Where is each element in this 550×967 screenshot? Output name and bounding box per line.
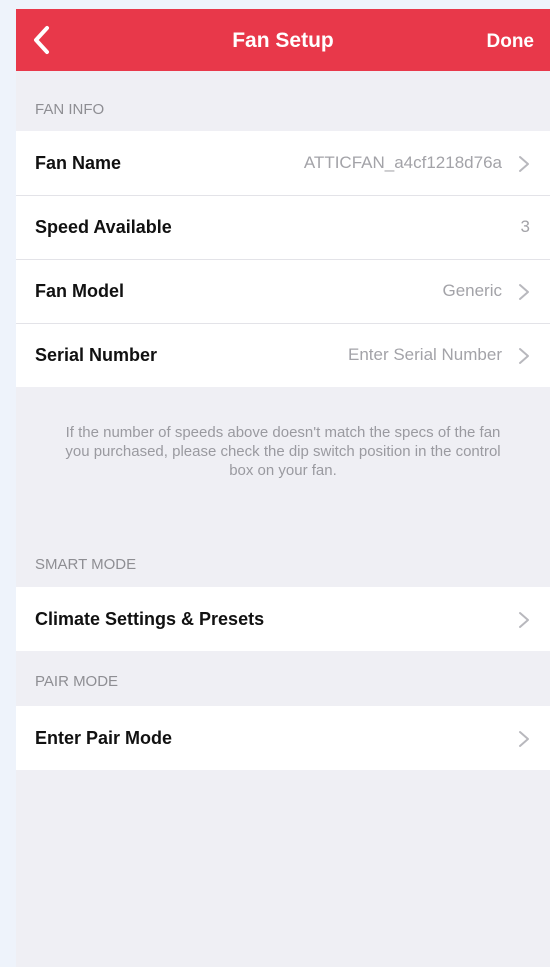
navigation-bar: Fan Setup Done [16, 9, 550, 71]
fan-name-row[interactable]: Fan Name ATTICFAN_a4cf1218d76a [16, 131, 550, 195]
section-header-smart-mode: SMART MODE [35, 556, 137, 573]
enter-pair-mode-row[interactable]: Enter Pair Mode [16, 706, 550, 770]
fan-name-label: Fan Name [35, 153, 122, 173]
fan-model-row[interactable]: Fan Model Generic [16, 259, 550, 323]
serial-number-row[interactable]: Serial Number Enter Serial Number [16, 323, 550, 387]
fan-model-value: Generic [442, 281, 502, 300]
serial-number-label: Serial Number [35, 345, 158, 365]
fan-setup-screen: Fan Setup Done FAN INFO Fan Name ATTICFA… [16, 9, 550, 967]
chevron-right-icon [518, 347, 530, 365]
fan-info-group: Fan Name ATTICFAN_a4cf1218d76a Speed Ava… [16, 131, 550, 387]
climate-settings-label: Climate Settings & Presets [35, 609, 265, 629]
speed-available-label: Speed Available [35, 217, 172, 237]
done-button[interactable]: Done [487, 29, 535, 55]
speed-available-value: 3 [520, 217, 530, 236]
fan-name-value: ATTICFAN_a4cf1218d76a [303, 153, 502, 172]
chevron-right-icon [518, 155, 530, 173]
speed-available-row: Speed Available 3 [16, 195, 550, 259]
speed-mismatch-note: If the number of speeds above doesn't ma… [65, 424, 501, 479]
pair-mode-group: Enter Pair Mode [16, 706, 550, 770]
climate-settings-row[interactable]: Climate Settings & Presets [16, 587, 550, 651]
section-header-fan-info: FAN INFO [35, 101, 105, 118]
chevron-right-icon [518, 730, 530, 748]
fan-model-label: Fan Model [35, 281, 124, 301]
page-title: Fan Setup [232, 29, 334, 52]
enter-pair-mode-label: Enter Pair Mode [35, 728, 173, 748]
chevron-right-icon [518, 283, 530, 301]
section-header-pair-mode: PAIR MODE [35, 673, 119, 690]
chevron-right-icon [518, 611, 530, 629]
smart-mode-group: Climate Settings & Presets [16, 587, 550, 651]
serial-number-value: Enter Serial Number [347, 345, 502, 364]
